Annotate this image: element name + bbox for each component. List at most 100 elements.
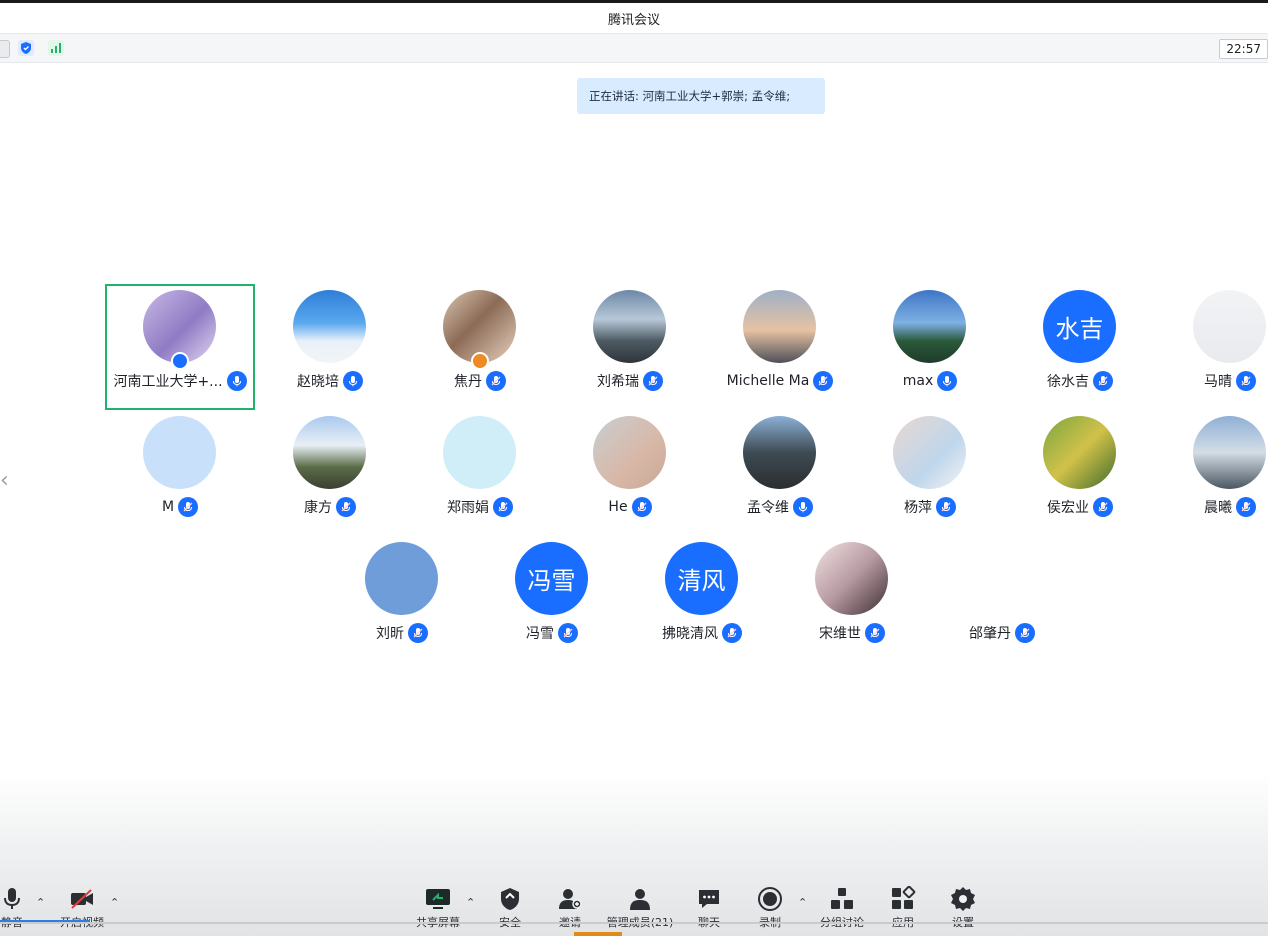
participant-tile[interactable]: Michelle Ma [705, 284, 855, 410]
participant-name-row: 刘昕 [327, 622, 477, 644]
mic-muted-icon [631, 497, 652, 517]
participant-name: 拂晓清风 [662, 626, 718, 642]
participant-name: 赵晓培 [297, 374, 339, 390]
info-icon[interactable] [0, 40, 10, 58]
participant-tile[interactable]: 焦丹 [405, 284, 555, 410]
add-user-icon [559, 889, 582, 909]
mic-muted-icon [178, 497, 199, 517]
mic-muted-icon [813, 371, 834, 391]
mic-muted-icon [558, 623, 578, 643]
share-options-caret-icon[interactable]: ⌃ [466, 896, 475, 909]
speaking-indicator: 正在讲话: 河南工业大学+郭崇; 孟令维; [577, 78, 825, 114]
participant-name-row: He [555, 496, 705, 518]
mic-on-icon [793, 497, 813, 517]
participant-name: 刘昕 [376, 626, 404, 642]
participant-name-row: 郑雨娟 [405, 496, 555, 518]
avatar-initials: 清风 [677, 567, 726, 595]
mic-on-icon [226, 371, 247, 391]
participant-tile[interactable]: 赵晓培 [255, 284, 405, 410]
participant-name-row: 宋维世 [777, 622, 927, 644]
participant-tile[interactable]: 冯雪 冯雪 [477, 536, 627, 662]
participant-name-row: 徐水吉 [1005, 370, 1155, 392]
participant-avatar [293, 290, 366, 363]
record-icon [758, 887, 782, 911]
participant-name-row: 晨曦 [1155, 496, 1268, 518]
mic-muted-icon [722, 623, 742, 643]
video-options-caret-icon[interactable]: ⌃ [110, 896, 119, 909]
window-titlebar: 腾讯会议 [0, 3, 1268, 33]
participant-name: 杨萍 [904, 500, 932, 516]
previous-page-arrow-icon[interactable]: ‹ [0, 468, 9, 504]
playback-marker [574, 932, 622, 936]
participant-tile[interactable]: M [105, 410, 255, 536]
participant-name-row: 马晴 [1155, 370, 1268, 392]
participant-tile[interactable]: 郑雨娟 [405, 410, 555, 536]
participant-tile[interactable]: 杨萍 [855, 410, 1005, 536]
participant-tile[interactable]: 刘昕 [327, 536, 477, 662]
participant-tile[interactable]: 马晴 [1155, 284, 1268, 410]
avatar-initials: 水吉 [1055, 315, 1104, 343]
participant-tile[interactable]: 晨曦 [1155, 410, 1268, 536]
participant-avatar [815, 542, 888, 615]
security-shield-icon[interactable] [18, 40, 34, 56]
participant-name: 马晴 [1204, 374, 1232, 390]
participant-avatar: 水吉 [1043, 290, 1116, 363]
video-off-icon [71, 889, 93, 909]
participant-tile[interactable]: 水吉 徐水吉 [1005, 284, 1155, 410]
mic-muted-icon [643, 371, 663, 391]
participant-name-row: 冯雪 [477, 622, 627, 644]
share-screen-icon [426, 889, 450, 909]
mic-muted-icon [1015, 623, 1035, 643]
host-badge-icon [171, 352, 189, 370]
participant-tile[interactable]: 侯宏业 [1005, 410, 1155, 536]
participant-avatar [1193, 416, 1266, 489]
mic-muted-icon [336, 497, 356, 517]
participant-avatar [1043, 416, 1116, 489]
participant-avatar [743, 416, 816, 489]
participant-avatar [893, 290, 966, 363]
mic-muted-icon [1236, 371, 1256, 391]
participant-tile[interactable]: He [555, 410, 705, 536]
mic-muted-icon [1093, 371, 1113, 391]
participant-tile[interactable]: 清风拂晓清风 [627, 536, 777, 662]
participant-name: 康方 [304, 500, 332, 516]
participant-name: 郑雨娟 [447, 500, 489, 516]
participant-name-row: 拂晓清风 [627, 622, 777, 644]
signal-strength-icon[interactable] [48, 40, 64, 56]
meeting-toolbar: 静音 ⌃ 开启视频 ⌃ 共享屏幕 ⌃ 安全 邀请 管理成员(21) 聊天 录制 … [0, 880, 1268, 936]
participant-name: max [902, 373, 934, 389]
status-bar: 22:57 [0, 33, 1268, 63]
participant-name: 冯雪 [526, 626, 554, 642]
participant-name-row: 杨萍 [855, 496, 1005, 518]
participant-avatar: 清风 [665, 542, 738, 615]
mic-muted-icon [936, 497, 956, 517]
participant-tile[interactable]: max [855, 284, 1005, 410]
mic-on-icon [343, 371, 363, 391]
participant-tile[interactable]: 宋维世 [777, 536, 927, 662]
playback-scrub-track[interactable] [0, 922, 1268, 924]
participant-tile[interactable]: 河南工业大学+... [105, 284, 255, 410]
participant-avatar [965, 542, 1038, 615]
participant-name-row: 孟令维 [705, 496, 855, 518]
participant-tile[interactable]: 邰肇丹 [927, 536, 1077, 662]
participant-tile[interactable]: 刘希瑞 [555, 284, 705, 410]
participant-avatar [1193, 290, 1266, 363]
participant-tile[interactable]: 康方 [255, 410, 405, 536]
members-icon [630, 889, 650, 910]
participant-name-row: 侯宏业 [1005, 496, 1155, 518]
participant-name: 孟令维 [747, 500, 789, 516]
participant-avatar [293, 416, 366, 489]
chat-icon [699, 890, 719, 908]
participant-name: Michelle Ma [726, 373, 810, 389]
participant-avatar [365, 542, 438, 615]
participant-name-row: 河南工业大学+... [107, 370, 253, 392]
participant-tile[interactable]: 孟令维 [705, 410, 855, 536]
record-options-caret-icon[interactable]: ⌃ [798, 896, 807, 909]
mic-muted-icon [1093, 497, 1113, 517]
participant-name: 河南工业大学+... [113, 374, 223, 390]
mute-options-caret-icon[interactable]: ⌃ [36, 896, 45, 909]
participant-name: 邰肇丹 [969, 626, 1011, 642]
participant-avatar [893, 416, 966, 489]
participant-avatar [143, 416, 216, 489]
mic-muted-icon [493, 497, 513, 517]
